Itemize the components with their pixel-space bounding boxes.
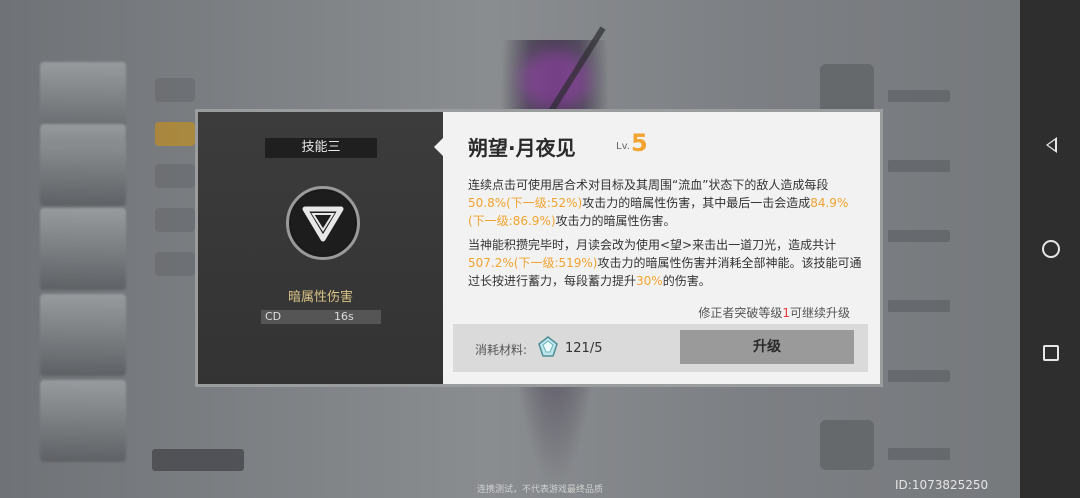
note-level: 1 [782, 306, 790, 320]
desc-highlight: 507.2%(下一级:519%) [468, 256, 598, 270]
menu-item[interactable] [155, 78, 195, 102]
skill-tab-label: 技能三 [265, 138, 377, 158]
desc-text: 攻击力的暗属性伤害。 [555, 214, 676, 228]
nav-recent-icon[interactable] [1040, 342, 1062, 364]
character-roster [40, 62, 128, 482]
skill-slot-text [888, 160, 950, 172]
menu-item[interactable] [155, 164, 195, 188]
menu-item[interactable] [155, 208, 195, 232]
upgrade-cost-box: 消耗材料: 121/5 升级 [453, 324, 868, 372]
upgrade-button[interactable]: 升级 [680, 330, 854, 364]
cooldown-label: CD [265, 310, 282, 323]
cost-label: 消耗材料: [475, 343, 528, 357]
skill-slot-text [888, 370, 950, 382]
skill-description-1: 连续点击可使用居合术对目标及其周围“流血”状态下的敌人造成每段 50.8%(下一级… [468, 176, 863, 230]
skill-slot-text [888, 448, 950, 460]
skill-slot-text [888, 300, 950, 312]
skill-description-panel: 朔望·月夜见 Lv. 5 连续点击可使用居合术对目标及其周围“流血”状态下的敌人… [443, 112, 880, 384]
character-portrait[interactable] [40, 380, 126, 462]
nav-back-icon[interactable] [1040, 134, 1062, 156]
desc-text: 连续点击可使用居合术对目标及其周围“流血”状态下的敌人造成每段 [468, 178, 829, 192]
level-label: Lv. [616, 141, 630, 152]
skill-slot-icon[interactable] [820, 420, 874, 470]
menu-item-active[interactable] [155, 122, 195, 146]
skill-name: 朔望·月夜见 [468, 136, 576, 160]
character-portrait[interactable] [40, 208, 126, 290]
material-gem-icon [538, 336, 558, 357]
note-text: 可继续升级 [789, 306, 850, 320]
skill-detail-modal: 技能三 暗属性伤害 CD 16s 朔望·月夜见 Lv. 5 连续点击可使用居合术… [198, 112, 880, 384]
skill-description-2: 当神能积攒完毕时，月读会改为使用<望>来击出一道刀光，造成共计 507.2%(下一… [468, 236, 863, 290]
skill-slot-text [888, 230, 950, 242]
note-text: 修正者突破等级 [698, 306, 783, 320]
system-navigation-bar [1020, 0, 1080, 498]
bottom-left-widget[interactable] [152, 449, 244, 471]
desc-highlight: 50.8%(下一级:52%) [468, 196, 583, 210]
nav-home-icon[interactable] [1040, 238, 1062, 260]
level-value: 5 [631, 129, 648, 157]
desc-highlight: 30% [636, 274, 663, 288]
skill-info-panel: 技能三 暗属性伤害 CD 16s [198, 112, 443, 384]
cooldown-bar: CD 16s [261, 310, 381, 324]
damage-type-label: 暗属性伤害 [287, 290, 353, 305]
desc-text: 当神能积攒完毕时，月读会改为使用<望>来击出一道刀光，造成共计 [468, 238, 837, 252]
user-id: ID:1073825250 [895, 478, 989, 492]
menu-item[interactable] [155, 252, 195, 276]
panel-pointer [434, 138, 443, 156]
character-portrait[interactable] [40, 124, 126, 206]
character-portrait[interactable] [40, 294, 126, 376]
skill-slot-icon[interactable] [820, 64, 874, 114]
skill-triangle-icon [286, 186, 360, 260]
cooldown-value: 16s [334, 310, 354, 323]
cost-value: 121/5 [565, 341, 603, 356]
skill-slot-text [888, 90, 950, 102]
upgrade-requirement-note: 修正者突破等级1可继续升级 [698, 304, 850, 321]
desc-text: 攻击力的暗属性伤害，其中最后一击会造成 [582, 196, 811, 210]
desc-text: 的伤害。 [662, 274, 711, 288]
